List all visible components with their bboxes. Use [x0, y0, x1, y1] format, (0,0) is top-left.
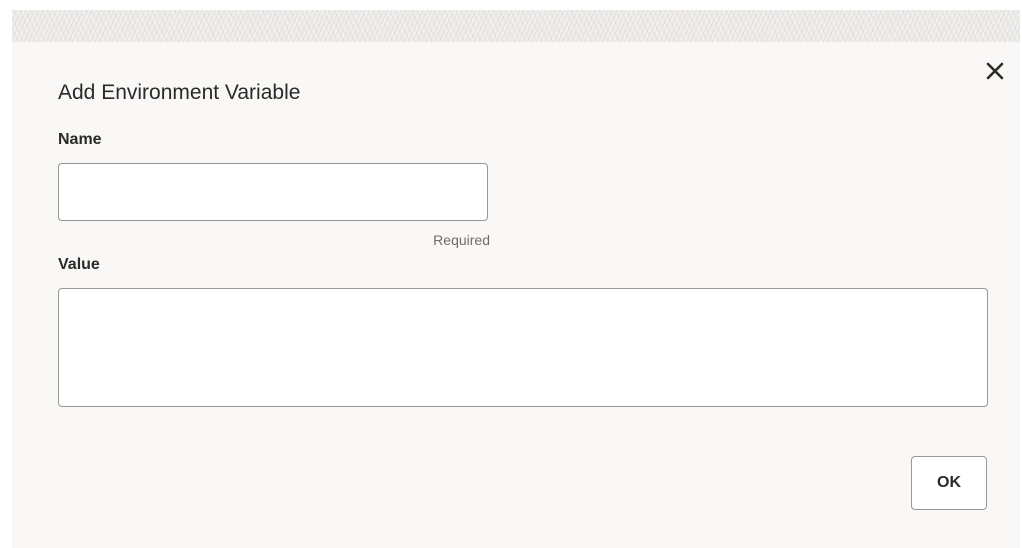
- page: Add Environment Variable Name Required V…: [0, 0, 1022, 548]
- ok-button[interactable]: OK: [911, 456, 987, 510]
- close-button[interactable]: [980, 56, 1010, 86]
- value-textarea[interactable]: [58, 288, 988, 407]
- name-label: Name: [58, 131, 102, 148]
- dialog-title: Add Environment Variable: [58, 81, 301, 104]
- close-icon: [986, 62, 1004, 80]
- add-environment-variable-dialog: Add Environment Variable Name Required V…: [12, 42, 1020, 548]
- background-texture-band: [12, 10, 1020, 42]
- name-input[interactable]: [58, 163, 488, 221]
- required-hint: Required: [433, 232, 490, 248]
- value-label: Value: [58, 256, 100, 273]
